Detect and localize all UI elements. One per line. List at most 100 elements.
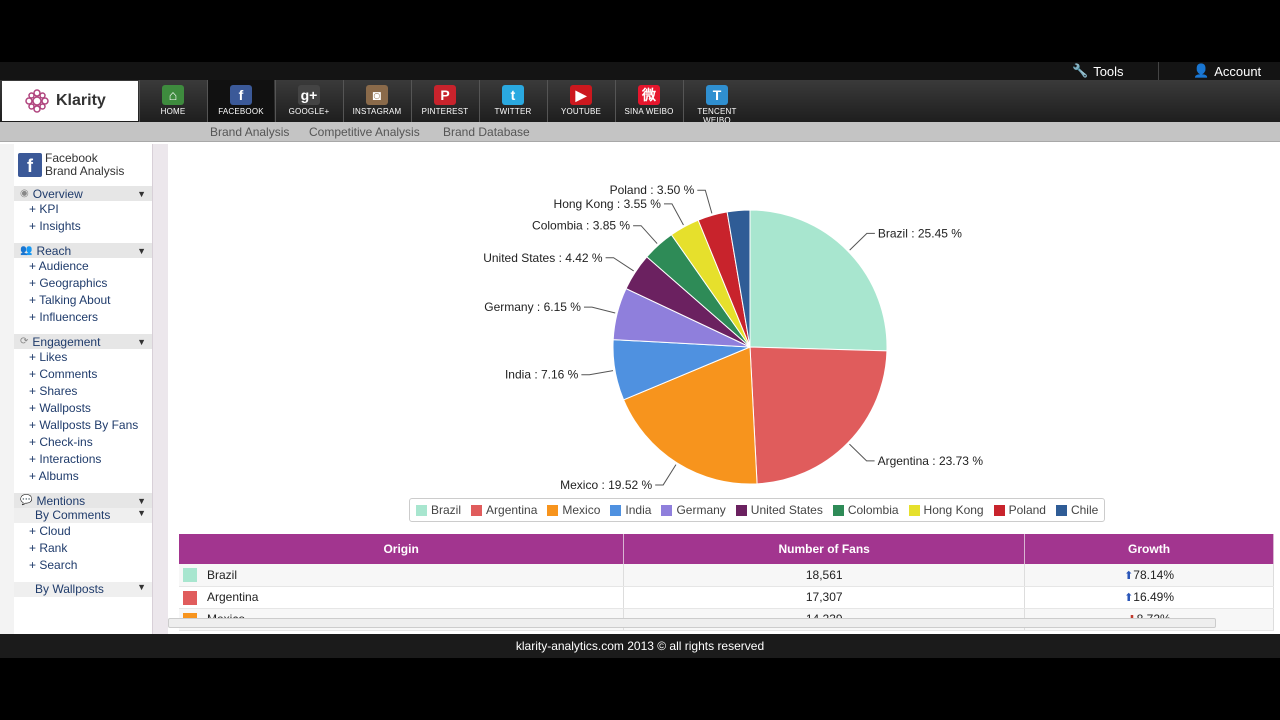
- sidebar-gutter: [0, 144, 14, 634]
- sidebar-subsection-by-comments[interactable]: By Comments ▼: [14, 508, 152, 523]
- tab-pinterest[interactable]: P PINTEREST: [411, 80, 478, 122]
- network-nav: Klarity ⌂ HOME f FACEBOOK g+ GOOGLE+ ◙ INSTAGRA…: [0, 80, 1280, 125]
- legend-item-brazil[interactable]: Brazil: [416, 503, 461, 517]
- app-window: 🔧 Tools 👤 Account Klarity ⌂ HOME f FACEBOOK…: [0, 62, 1280, 658]
- fans-pie-chart: Brazil : 25.45 % Argentina : 23.73 % Mexic…: [483, 183, 983, 492]
- triangle-down-icon: ▼: [137, 508, 146, 518]
- legend-item-united-states[interactable]: United States: [735, 503, 823, 517]
- subnav-brand-database[interactable]: Brand Database: [443, 125, 530, 139]
- sidebar-item-wallposts-by-fans[interactable]: + Wallposts By Fans: [14, 417, 152, 434]
- sidebar-item-albums[interactable]: + Albums: [14, 468, 152, 485]
- legend-item-poland[interactable]: Poland: [993, 503, 1046, 517]
- legend-label: Colombia: [847, 503, 899, 517]
- wrench-icon: 🔧: [1072, 63, 1089, 78]
- tools-menu[interactable]: 🔧 Tools: [1072, 63, 1124, 79]
- tab-label: TWITTER: [494, 107, 532, 116]
- tab-label: PINTEREST: [421, 107, 469, 116]
- pie-slice-argentina[interactable]: [749, 346, 888, 485]
- triangle-down-icon: ▼: [137, 582, 146, 592]
- brand-name: Klarity: [56, 92, 106, 109]
- sidebar-title: Facebook Brand Analysis: [45, 151, 125, 178]
- sidebar-item-geographics[interactable]: + Geographics: [14, 275, 152, 292]
- brand-logo[interactable]: Klarity: [2, 81, 138, 121]
- pie-label-united-states: United States : 4.42 %: [483, 251, 603, 265]
- legend-swatch: [735, 504, 747, 516]
- tab-home[interactable]: ⌂ HOME: [139, 80, 206, 122]
- user-icon: 👤: [1193, 63, 1210, 78]
- facebook-icon: f: [230, 85, 252, 105]
- sidebar-subsection-by-wallposts[interactable]: By Wallposts ▼: [14, 582, 152, 597]
- sidebar-item-insights[interactable]: + Insights: [14, 218, 152, 235]
- column-header-growth[interactable]: Growth: [1024, 534, 1274, 564]
- top-bar: 🔧 Tools 👤 Account: [0, 62, 1280, 80]
- fans-table: Origin Number of Fans Growth Brazil 18,5…: [179, 534, 1274, 631]
- sidebar-section-mentions[interactable]: 💬 Mentions ▼: [14, 493, 152, 508]
- legend-swatch: [547, 504, 559, 516]
- tab-label: FACEBOOK: [218, 107, 264, 116]
- triangle-down-icon: ▼: [137, 336, 146, 347]
- sidebar-section-reach[interactable]: 👥 Reach ▼: [14, 243, 152, 258]
- sidebar-item-rank[interactable]: + Rank: [14, 540, 152, 557]
- legend-item-germany[interactable]: Germany: [661, 503, 726, 517]
- twitter-icon: t: [502, 85, 524, 105]
- legend-item-hong-kong[interactable]: Hong Kong: [908, 503, 984, 517]
- youtube-icon: ▶: [570, 85, 592, 105]
- tab-twitter[interactable]: t TWITTER: [479, 80, 546, 122]
- legend-label: Mexico: [562, 503, 601, 517]
- tab-sina-weibo[interactable]: 微 SINA WEIBO: [615, 80, 682, 122]
- legend-label: Brazil: [431, 503, 462, 517]
- column-header-fans[interactable]: Number of Fans: [623, 534, 1026, 564]
- tab-tencent-weibo[interactable]: T TENCENT WEIBO: [683, 80, 750, 125]
- table-header-row: Origin Number of Fans Growth: [179, 534, 1274, 564]
- tab-google-[interactable]: g+ GOOGLE+: [275, 80, 342, 122]
- sidebar-section-engagement[interactable]: ⟳ Engagement ▼: [14, 334, 152, 349]
- sidebar-item-shares[interactable]: + Shares: [14, 383, 152, 400]
- cell-fans: 18,561: [623, 564, 1026, 587]
- sidebar-item-check-ins[interactable]: + Check-ins: [14, 434, 152, 451]
- account-menu[interactable]: 👤 Account: [1193, 63, 1261, 79]
- tab-youtube[interactable]: ▶ YOUTUBE: [547, 80, 614, 122]
- copyright-text: klarity-analytics.com 2013 © all rights …: [515, 639, 765, 653]
- legend-swatch: [1055, 504, 1067, 516]
- sidebar-item-likes[interactable]: + Likes: [14, 349, 152, 366]
- legend-item-mexico[interactable]: Mexico: [547, 503, 600, 517]
- sidebar-item-search[interactable]: + Search: [14, 557, 152, 574]
- pie-label-connector: [697, 189, 713, 214]
- table-row[interactable]: Brazil 18,561 ⬆78.14%: [179, 564, 1274, 587]
- legend-item-chile[interactable]: Chile: [1055, 503, 1098, 517]
- tab-label: SINA WEIBO: [624, 107, 674, 116]
- legend-label: Poland: [1008, 503, 1046, 517]
- tab-instagram[interactable]: ◙ INSTAGRAM: [343, 80, 410, 122]
- legend-item-india[interactable]: India: [610, 503, 651, 517]
- legend-swatch: [416, 504, 427, 516]
- column-header-origin[interactable]: Origin: [179, 534, 625, 564]
- sidebar-item-comments[interactable]: + Comments: [14, 366, 152, 383]
- sidebar-item-kpi[interactable]: + KPI: [14, 201, 152, 218]
- eye-icon: ◉: [20, 188, 29, 199]
- footer: klarity-analytics.com 2013 © all rights …: [0, 634, 1280, 658]
- sidebar: f Facebook Brand Analysis ◉ Overview ▼ +…: [14, 144, 152, 634]
- subnav-competitive-analysis[interactable]: Competitive Analysis: [309, 125, 420, 139]
- legend-item-argentina[interactable]: Argentina: [471, 503, 537, 517]
- subnav-brand-analysis[interactable]: Brand Analysis: [210, 125, 289, 139]
- tab-label: INSTAGRAM: [352, 107, 402, 116]
- tab-facebook[interactable]: f FACEBOOK: [207, 80, 274, 122]
- horizontal-scrollbar[interactable]: [168, 618, 1216, 628]
- sidebar-item-audience[interactable]: + Audience: [14, 258, 152, 275]
- legend-label: Germany: [676, 503, 726, 517]
- sidebar-item-cloud[interactable]: + Cloud: [14, 523, 152, 540]
- table-row[interactable]: Argentina 17,307 ⬆16.49%: [179, 586, 1274, 609]
- legend-swatch: [661, 504, 673, 516]
- cell-origin: Argentina: [179, 586, 625, 609]
- sidebar-collapse-strip[interactable]: [152, 144, 168, 634]
- triangle-down-icon: ▼: [137, 245, 146, 256]
- pie-slice-brazil[interactable]: [749, 209, 888, 352]
- sidebar-section-overview[interactable]: ◉ Overview ▼: [14, 186, 152, 201]
- sidebar-item-influencers[interactable]: + Influencers: [14, 309, 152, 326]
- sidebar-item-wallposts[interactable]: + Wallposts: [14, 400, 152, 417]
- sidebar-item-talking-about[interactable]: + Talking About: [14, 292, 152, 309]
- legend-item-colombia[interactable]: Colombia: [832, 503, 899, 517]
- sidebar-item-interactions[interactable]: + Interactions: [14, 451, 152, 468]
- pie-label-colombia: Colombia : 3.85 %: [532, 219, 630, 233]
- legend-swatch: [832, 504, 844, 516]
